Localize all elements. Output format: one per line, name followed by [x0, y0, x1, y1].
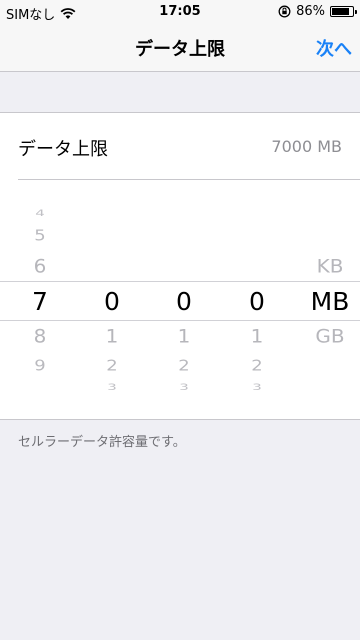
battery-percent: 86%	[296, 4, 325, 19]
picker-column-unit[interactable]: KB MB GB	[305, 180, 355, 419]
screen: SIMなし 17:05 86% データ上限 次へ データ上限 7000 MB 4…	[0, 0, 360, 640]
picker-item[interactable]: 5	[15, 228, 65, 243]
data-limit-picker[interactable]: 4 5 6 7 8 9 0 1 2 3 0 1 2 3 0 1 2 3 KB MB GB	[0, 180, 360, 420]
status-bar: SIMなし 17:05 86%	[0, 0, 360, 24]
data-limit-label: データ上限	[18, 139, 108, 160]
picker-item[interactable]: 6	[15, 257, 65, 276]
data-limit-value: 7000 MB	[271, 137, 342, 156]
picker-column-thousands[interactable]: 4 5 6 7 8 9	[15, 180, 65, 419]
nav-bar: データ上限 次へ	[0, 24, 360, 72]
picker-item-selected[interactable]: 0	[232, 289, 282, 314]
picker-item[interactable]: 2	[87, 358, 137, 373]
picker-item[interactable]: KB	[305, 257, 355, 276]
picker-item[interactable]: 4	[15, 208, 65, 218]
page-title: データ上限	[135, 39, 225, 60]
next-button[interactable]: 次へ	[316, 35, 352, 61]
picker-item[interactable]: 1	[159, 327, 209, 346]
battery-fill	[332, 8, 349, 15]
picker-item-selected[interactable]: 0	[87, 289, 137, 314]
rotation-lock-icon	[278, 5, 291, 18]
battery-icon	[330, 6, 357, 17]
picker-item-selected[interactable]: MB	[305, 289, 355, 314]
footer-note: セルラーデータ許容量です。	[18, 435, 186, 450]
picker-item[interactable]: 3	[232, 382, 282, 392]
picker-item[interactable]: 3	[87, 382, 137, 392]
picker-column-hundreds[interactable]: 0 1 2 3	[87, 180, 137, 419]
picker-item[interactable]: 2	[159, 358, 209, 373]
picker-item[interactable]: 1	[87, 327, 137, 346]
picker-item[interactable]: 8	[15, 327, 65, 346]
data-limit-row[interactable]: データ上限 7000 MB	[0, 112, 360, 180]
picker-item[interactable]: 9	[15, 358, 65, 373]
status-right: 86%	[278, 4, 357, 19]
picker-item[interactable]: 3	[159, 382, 209, 392]
picker-item[interactable]: 1	[232, 327, 282, 346]
picker-item-selected[interactable]: 7	[15, 289, 65, 314]
battery-tip	[355, 10, 357, 14]
picker-item[interactable]: GB	[305, 327, 355, 346]
picker-column-tens[interactable]: 0 1 2 3	[159, 180, 209, 419]
picker-item-selected[interactable]: 0	[159, 289, 209, 314]
picker-column-ones[interactable]: 0 1 2 3	[232, 180, 282, 419]
picker-item[interactable]: 2	[232, 358, 282, 373]
